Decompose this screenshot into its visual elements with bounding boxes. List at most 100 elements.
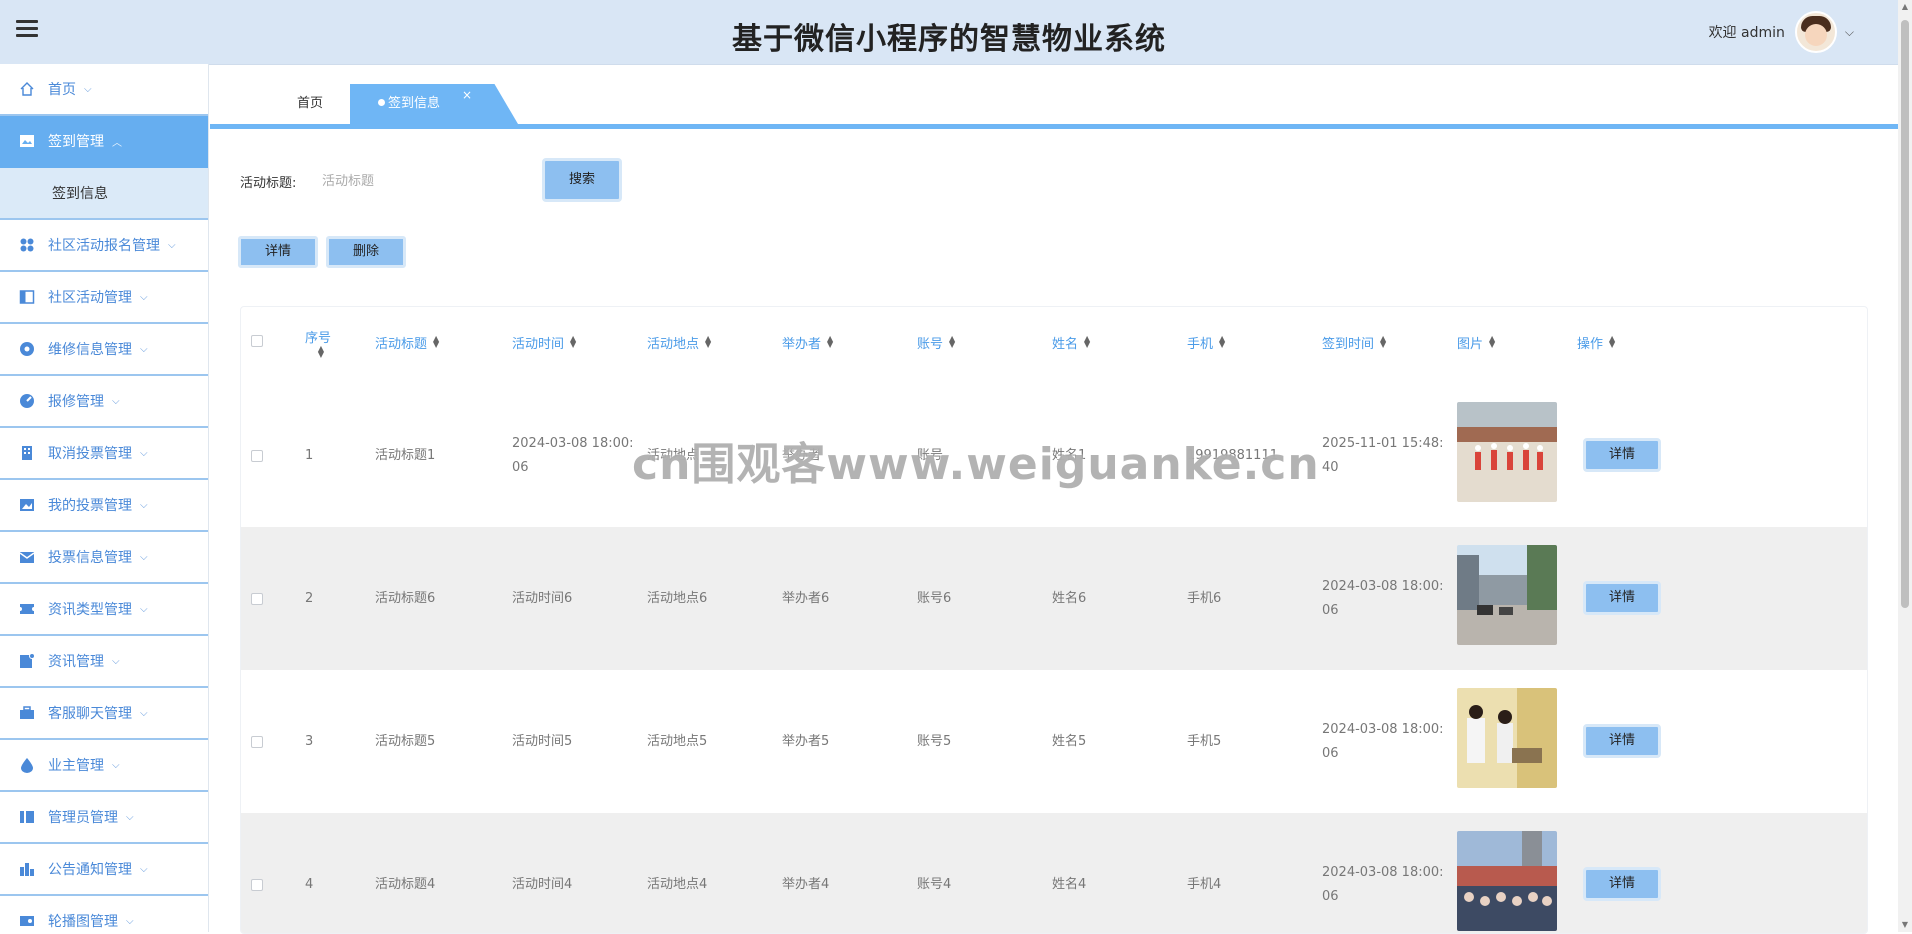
delete-button[interactable]: 删除 (326, 236, 406, 268)
crowd-photo[interactable] (1457, 831, 1557, 931)
avatar[interactable] (1794, 11, 1837, 53)
sidebar-item-label: 社区活动报名管理 (48, 238, 160, 254)
cell-place: 活动地点6 (647, 591, 708, 606)
user-greeting: 欢迎 admin (1708, 25, 1785, 41)
user-menu[interactable]: 欢迎 admin ⌵ (1709, 10, 1854, 54)
column-header-photo[interactable]: 图片 ▲ ▼ (1457, 307, 1495, 377)
search-input[interactable] (320, 166, 524, 196)
cell-title: 活动标题4 (375, 877, 436, 892)
sort-icon: ▲ ▼ (1489, 334, 1496, 349)
sidebar-item-carousel[interactable]: 轮播图管理 ⌵ (0, 896, 208, 932)
select-all-checkbox[interactable] (251, 335, 263, 347)
dance-photo[interactable] (1457, 402, 1557, 502)
row-detail-button[interactable]: 详情 (1583, 581, 1661, 615)
building-icon (18, 444, 36, 462)
sidebar-item-repair-info[interactable]: 维修信息管理 ⌵ (0, 324, 208, 376)
circle-icon (18, 340, 36, 358)
signin-table: 序号 ▲ ▼ 活动标题 ▲ ▼ 活动时间 ▲ ▼ 活动地点 ▲ ▼ 举办者 ▲ ▼ 账号 ▲ ▼ 姓名 ▲… (240, 306, 1868, 934)
chevron-down-icon[interactable]: ⌵ (1845, 25, 1854, 40)
cell-phone: 手机6 (1187, 591, 1222, 606)
office-photo[interactable] (1457, 688, 1557, 788)
sidebar-item-label: 公告通知管理 (48, 862, 132, 878)
columns-icon (18, 808, 36, 826)
cell-name: 姓名1 (1052, 448, 1087, 463)
search-button[interactable]: 搜索 (542, 158, 622, 202)
sidebar-item-admin[interactable]: 管理员管理 ⌵ (0, 792, 208, 844)
sidebar-item-news-type[interactable]: 资讯类型管理 ⌵ (0, 584, 208, 636)
cell-account: 账号5 (917, 734, 952, 749)
table-row[interactable]: 2 活动标题6 活动时间6 活动地点6 举办者6 账号6 姓名6 手机6 202… (241, 527, 1867, 670)
row-checkbox[interactable] (251, 450, 263, 462)
column-header-signin-time[interactable]: 签到时间 ▲ ▼ (1322, 307, 1386, 377)
scroll-up-icon[interactable]: ▲ (1900, 2, 1910, 12)
column-header-actions[interactable]: 操作 ▲ ▼ (1577, 307, 1615, 377)
page-scrollbar[interactable]: ▲ ▼ (1898, 0, 1912, 932)
sidebar-item-chat[interactable]: 客服聊天管理 ⌵ (0, 688, 208, 740)
sidebar-item-home[interactable]: 首页 ⌵ (0, 64, 208, 116)
sidebar-item-label: 轮播图管理 (48, 914, 118, 930)
sidebar-item-label: 首页 (48, 82, 76, 98)
cell-time: 2024-03-08 18:00: 06 (512, 436, 634, 475)
street-photo[interactable] (1457, 545, 1557, 645)
sidebar-item-notice[interactable]: 公告通知管理 ⌵ (0, 844, 208, 896)
row-detail-button[interactable]: 详情 (1583, 438, 1661, 472)
picture-icon (18, 496, 36, 514)
column-header-title[interactable]: 活动标题 ▲ ▼ (375, 307, 439, 377)
cell-index: 1 (305, 448, 314, 463)
column-header-name[interactable]: 姓名 ▲ ▼ (1052, 307, 1090, 377)
sidebar-item-repair-report[interactable]: 报修管理 ⌵ (0, 376, 208, 428)
cell-place: 活动地点 (647, 448, 700, 463)
table-row[interactable]: 3 活动标题5 活动时间5 活动地点5 举办者5 账号5 姓名5 手机5 202… (241, 670, 1867, 813)
sidebar-item-label: 报修管理 (48, 394, 104, 410)
sidebar-item-news[interactable]: 资讯管理 ⌵ (0, 636, 208, 688)
column-header-account[interactable]: 账号 ▲ ▼ (917, 307, 955, 377)
cell-organizer: 举办者 (782, 448, 822, 463)
sidebar-item-cancel-vote[interactable]: 取消投票管理 ⌵ (0, 428, 208, 480)
sidebar-item-my-vote[interactable]: 我的投票管理 ⌵ (0, 480, 208, 532)
cell-name: 姓名5 (1052, 734, 1087, 749)
close-icon[interactable]: × (462, 88, 472, 102)
row-checkbox[interactable] (251, 593, 263, 605)
scroll-down-icon[interactable]: ▼ (1900, 920, 1910, 930)
sidebar-item-label: 维修信息管理 (48, 342, 132, 358)
table-row[interactable]: 1 活动标题1 2024-03-08 18:00: 06 活动地点 举办者 账号 … (241, 384, 1867, 527)
chevron-down-icon: ⌵ (140, 603, 148, 615)
cell-organizer: 举办者5 (782, 734, 830, 749)
sidebar-item-activity[interactable]: 社区活动管理 ⌵ (0, 272, 208, 324)
column-header-time[interactable]: 活动时间 ▲ ▼ (512, 307, 576, 377)
tabs-underline (210, 124, 1898, 129)
cell-name: 姓名4 (1052, 877, 1087, 892)
row-checkbox[interactable] (251, 736, 263, 748)
column-header-index[interactable]: 序号 ▲ ▼ (305, 307, 331, 377)
chevron-down-icon: ⌵ (140, 863, 148, 875)
sidebar-item-label: 资讯类型管理 (48, 602, 132, 618)
row-detail-button[interactable]: 详情 (1583, 724, 1661, 758)
cell-title: 活动标题1 (375, 448, 436, 463)
chevron-down-icon: ⌵ (140, 707, 148, 719)
scroll-thumb[interactable] (1901, 20, 1909, 608)
grid-icon (18, 236, 36, 254)
gauge-icon (18, 392, 36, 410)
cell-place: 活动地点4 (647, 877, 708, 892)
drop-icon (18, 756, 36, 774)
chevron-up-icon: ︿ (112, 137, 122, 149)
sidebar-item-label: 管理员管理 (48, 810, 118, 826)
sidebar-item-vote-info[interactable]: 投票信息管理 ⌵ (0, 532, 208, 584)
column-header-organizer[interactable]: 举办者 ▲ ▼ (782, 307, 833, 377)
sidebar-item-owner[interactable]: 业主管理 ⌵ (0, 740, 208, 792)
tab-signin-info[interactable]: 签到信息 × (350, 84, 518, 124)
row-checkbox[interactable] (251, 879, 263, 891)
chevron-down-icon: ⌵ (140, 499, 148, 511)
cell-phone: 19919881111 (1187, 448, 1278, 463)
sidebar-subitem-signin-info[interactable]: 签到信息 (0, 168, 208, 220)
column-header-place[interactable]: 活动地点 ▲ ▼ (647, 307, 711, 377)
row-detail-button[interactable]: 详情 (1583, 867, 1661, 901)
table-row[interactable]: 4 活动标题4 活动时间4 活动地点4 举办者4 账号4 姓名4 手机4 202… (241, 813, 1867, 933)
sort-icon: ▲ ▼ (1219, 334, 1226, 349)
search-label: 活动标题: (240, 176, 297, 191)
column-header-phone[interactable]: 手机 ▲ ▼ (1187, 307, 1225, 377)
sidebar-item-activity-signup[interactable]: 社区活动报名管理 ⌵ (0, 220, 208, 272)
detail-button[interactable]: 详情 (238, 236, 318, 268)
sidebar-item-signin-management[interactable]: 签到管理 ︿ (0, 116, 208, 168)
panel-icon (18, 288, 36, 306)
